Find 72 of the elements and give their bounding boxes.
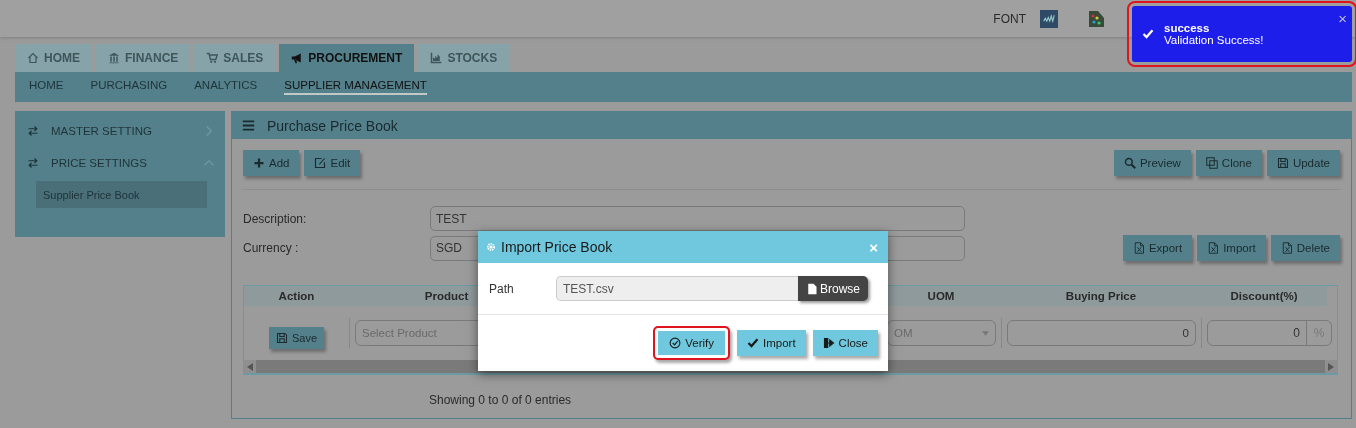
save-icon xyxy=(1276,157,1289,169)
dialog-title: Import Price Book xyxy=(501,239,613,255)
dialog-button[interactable]: Verify xyxy=(653,326,730,360)
excel-file-icon xyxy=(1132,242,1145,254)
browse-button[interactable]: Browse xyxy=(798,276,868,301)
nav-tab[interactable]: STOCKS xyxy=(418,44,510,72)
discount-field[interactable]: 0 % xyxy=(1207,320,1332,346)
path-field[interactable]: TEST.csv xyxy=(556,276,798,301)
sign-out-icon xyxy=(822,337,835,349)
column-header[interactable]: Buying Price xyxy=(1001,290,1201,302)
check-circle-icon xyxy=(669,337,682,349)
sidebar-item[interactable]: PRICE SETTINGS xyxy=(15,147,225,179)
save-icon xyxy=(275,332,288,344)
cart-icon xyxy=(206,52,219,64)
file-button[interactable]: Import xyxy=(1197,235,1266,261)
sub-nav-link[interactable]: ANALYTICS xyxy=(194,79,258,95)
toast-title: success xyxy=(1164,22,1211,34)
column-header[interactable]: Discount(%) xyxy=(1201,290,1327,302)
sidebar-subitem[interactable]: Supplier Price Book xyxy=(36,181,207,208)
file-icon xyxy=(806,282,818,295)
field-label: Description: xyxy=(243,211,308,226)
sub-nav-link[interactable]: PURCHASING xyxy=(90,79,168,95)
path-label: Path xyxy=(489,281,515,296)
buying-price-field[interactable]: 0 xyxy=(1007,320,1196,346)
nav-tab[interactable]: HOME xyxy=(15,44,92,72)
file-button[interactable]: Delete xyxy=(1270,235,1340,261)
entries-info: Showing 0 to 0 of 0 entries xyxy=(429,393,573,407)
nav-tab[interactable]: PROCUREMENT xyxy=(279,44,415,72)
nav-tab[interactable]: SALES xyxy=(194,44,276,72)
copy-icon xyxy=(1205,157,1218,169)
dialog-button[interactable]: Import xyxy=(737,330,806,356)
dialog-button[interactable]: Close xyxy=(812,330,878,356)
excel-file-icon xyxy=(1280,242,1293,254)
swap-arrows-icon xyxy=(27,125,39,137)
save-button[interactable]: Save xyxy=(268,327,325,349)
font-label: FONT xyxy=(993,11,1026,26)
search-icon xyxy=(1123,157,1136,169)
excel-file-icon xyxy=(1207,242,1220,254)
input-field[interactable]: TEST xyxy=(430,206,965,231)
file-button[interactable]: Export xyxy=(1122,235,1193,261)
right-arrow-icon xyxy=(1328,362,1334,371)
swap-arrows-icon xyxy=(27,157,39,169)
toolbar-button[interactable]: Edit xyxy=(304,150,361,176)
nav-tab[interactable]: FINANCE xyxy=(96,44,191,72)
check-icon xyxy=(1142,28,1154,40)
toolbar-button[interactable]: Update xyxy=(1266,150,1340,176)
toolbar-button[interactable]: Add xyxy=(243,150,300,176)
home-icon xyxy=(27,52,39,64)
wave-icon xyxy=(1043,12,1055,25)
column-header[interactable]: Action xyxy=(244,290,349,302)
edit-icon xyxy=(314,157,327,169)
caret-icon xyxy=(982,330,989,336)
bank-icon xyxy=(108,52,120,64)
menu-icon xyxy=(242,119,255,132)
plus-icon xyxy=(253,157,265,169)
sub-nav-link[interactable]: HOME xyxy=(29,79,64,95)
check-icon xyxy=(747,337,759,349)
close-button[interactable]: × xyxy=(1338,10,1347,27)
left-arrow-icon xyxy=(247,362,253,371)
sub-nav-link[interactable]: SUPPLIER MANAGEMENT xyxy=(284,79,427,95)
close-button[interactable]: × xyxy=(869,238,878,256)
font-size-icon[interactable] xyxy=(1040,9,1058,28)
megaphone-icon xyxy=(291,52,304,64)
toolbar-button[interactable]: Preview xyxy=(1113,150,1191,176)
field-label: Currency : xyxy=(243,241,300,255)
bar-chart-icon xyxy=(430,52,443,64)
panel-title: Purchase Price Book xyxy=(267,117,398,134)
gear-icon xyxy=(486,242,496,252)
sidebar-item[interactable]: MASTER SETTING xyxy=(15,115,225,147)
palette-icon[interactable] xyxy=(1086,8,1106,29)
toast-message: Validation Success! xyxy=(1164,34,1264,46)
toolbar-button[interactable]: Clone xyxy=(1195,150,1262,176)
